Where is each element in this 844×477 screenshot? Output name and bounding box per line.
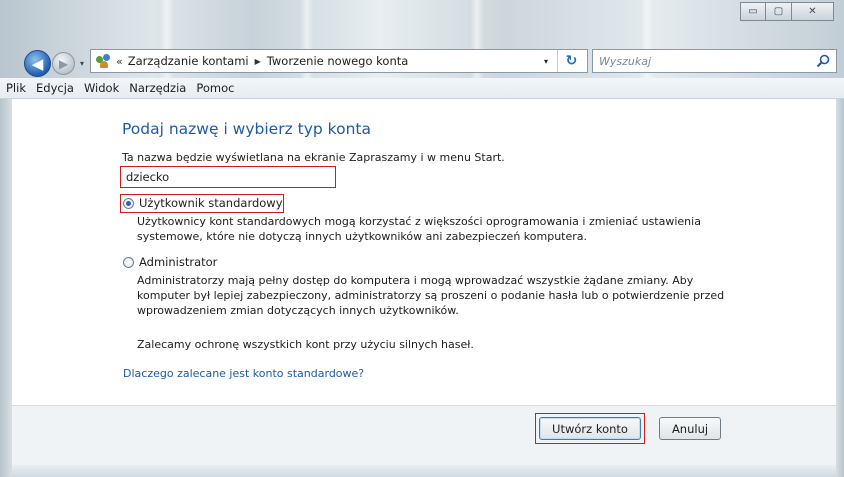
why-standard-link[interactable]: Dlaczego zalecane jest konto standardowe… bbox=[123, 367, 364, 380]
window-bottom-frame bbox=[12, 465, 836, 477]
chevron-down-icon: ▾ bbox=[79, 58, 84, 68]
menu-edit[interactable]: Edycja bbox=[31, 79, 79, 98]
caption-buttons: ▭ ▢ ✕ bbox=[740, 2, 834, 22]
window-frame-left bbox=[0, 78, 12, 477]
radio-button-unchecked[interactable] bbox=[123, 256, 134, 268]
main-content: Podaj nazwę i wybierz typ konta Ta nazwa… bbox=[12, 99, 836, 405]
search-icon[interactable] bbox=[816, 54, 830, 68]
radio-standard-user-label[interactable]: Użytkownik standardowy bbox=[139, 196, 283, 210]
address-bar[interactable]: « Zarządzanie kontami ▶ Tworzenie nowego… bbox=[90, 49, 588, 73]
radio-administrator-label[interactable]: Administrator bbox=[139, 255, 217, 269]
breadcrumb-item-create-account[interactable]: Tworzenie nowego konta bbox=[267, 54, 409, 68]
close-button[interactable]: ✕ bbox=[792, 2, 834, 21]
chevron-down-icon: ▾ bbox=[543, 56, 548, 66]
cancel-button[interactable]: Anuluj bbox=[659, 417, 721, 440]
search-input[interactable] bbox=[593, 51, 803, 71]
create-account-button[interactable]: Utwórz konto bbox=[539, 417, 641, 440]
menu-file[interactable]: Plik bbox=[0, 79, 31, 98]
page-title: Podaj nazwę i wybierz typ konta bbox=[122, 120, 371, 138]
back-button[interactable]: ◀ bbox=[24, 50, 51, 77]
recent-pages-dropdown[interactable]: ▾ bbox=[76, 56, 88, 70]
menu-bar: Plik Edycja Widok Narzędzia Pomoc bbox=[0, 78, 844, 99]
back-arrow-icon: ◀ bbox=[31, 54, 44, 73]
radio-standard-user[interactable]: Użytkownik standardowy bbox=[123, 196, 283, 210]
administrator-description: Administratorzy mają pełny dostęp do kom… bbox=[137, 274, 725, 317]
breadcrumb-item-account-management[interactable]: Zarządzanie kontami bbox=[128, 54, 249, 68]
address-dropdown-button[interactable]: ▾ bbox=[539, 50, 553, 72]
menu-view[interactable]: Widok bbox=[79, 79, 124, 98]
control-panel-window: ▭ ▢ ✕ ◀ ▶ ▾ « Zarządzanie kontami ▶ Twor… bbox=[0, 0, 844, 477]
radio-administrator[interactable]: Administrator bbox=[123, 255, 217, 269]
menu-tools[interactable]: Narzędzia bbox=[124, 79, 191, 98]
search-box[interactable] bbox=[592, 49, 837, 73]
menu-help[interactable]: Pomoc bbox=[191, 79, 239, 98]
users-icon bbox=[95, 53, 113, 69]
forward-arrow-icon: ▶ bbox=[58, 56, 69, 71]
refresh-button[interactable]: ↻ bbox=[557, 50, 585, 72]
breadcrumb-overflow-chevron[interactable]: « bbox=[116, 55, 123, 68]
maximize-button[interactable]: ▢ bbox=[766, 2, 792, 21]
account-name-input[interactable] bbox=[120, 166, 336, 188]
breadcrumb-separator-icon[interactable]: ▶ bbox=[255, 57, 261, 66]
standard-user-description: Użytkownicy kont standardowych mogą korz… bbox=[137, 215, 701, 243]
refresh-icon: ↻ bbox=[565, 53, 578, 69]
forward-button[interactable]: ▶ bbox=[52, 52, 75, 75]
minimize-button[interactable]: ▭ bbox=[740, 2, 766, 21]
password-recommendation: Zalecamy ochronę wszystkich kont przy uż… bbox=[137, 338, 474, 351]
radio-button-checked[interactable] bbox=[123, 197, 134, 209]
window-frame-right bbox=[836, 78, 844, 477]
account-name-hint: Ta nazwa będzie wyświetlana na ekranie Z… bbox=[122, 151, 505, 164]
breadcrumb: « Zarządzanie kontami ▶ Tworzenie nowego… bbox=[116, 54, 408, 68]
